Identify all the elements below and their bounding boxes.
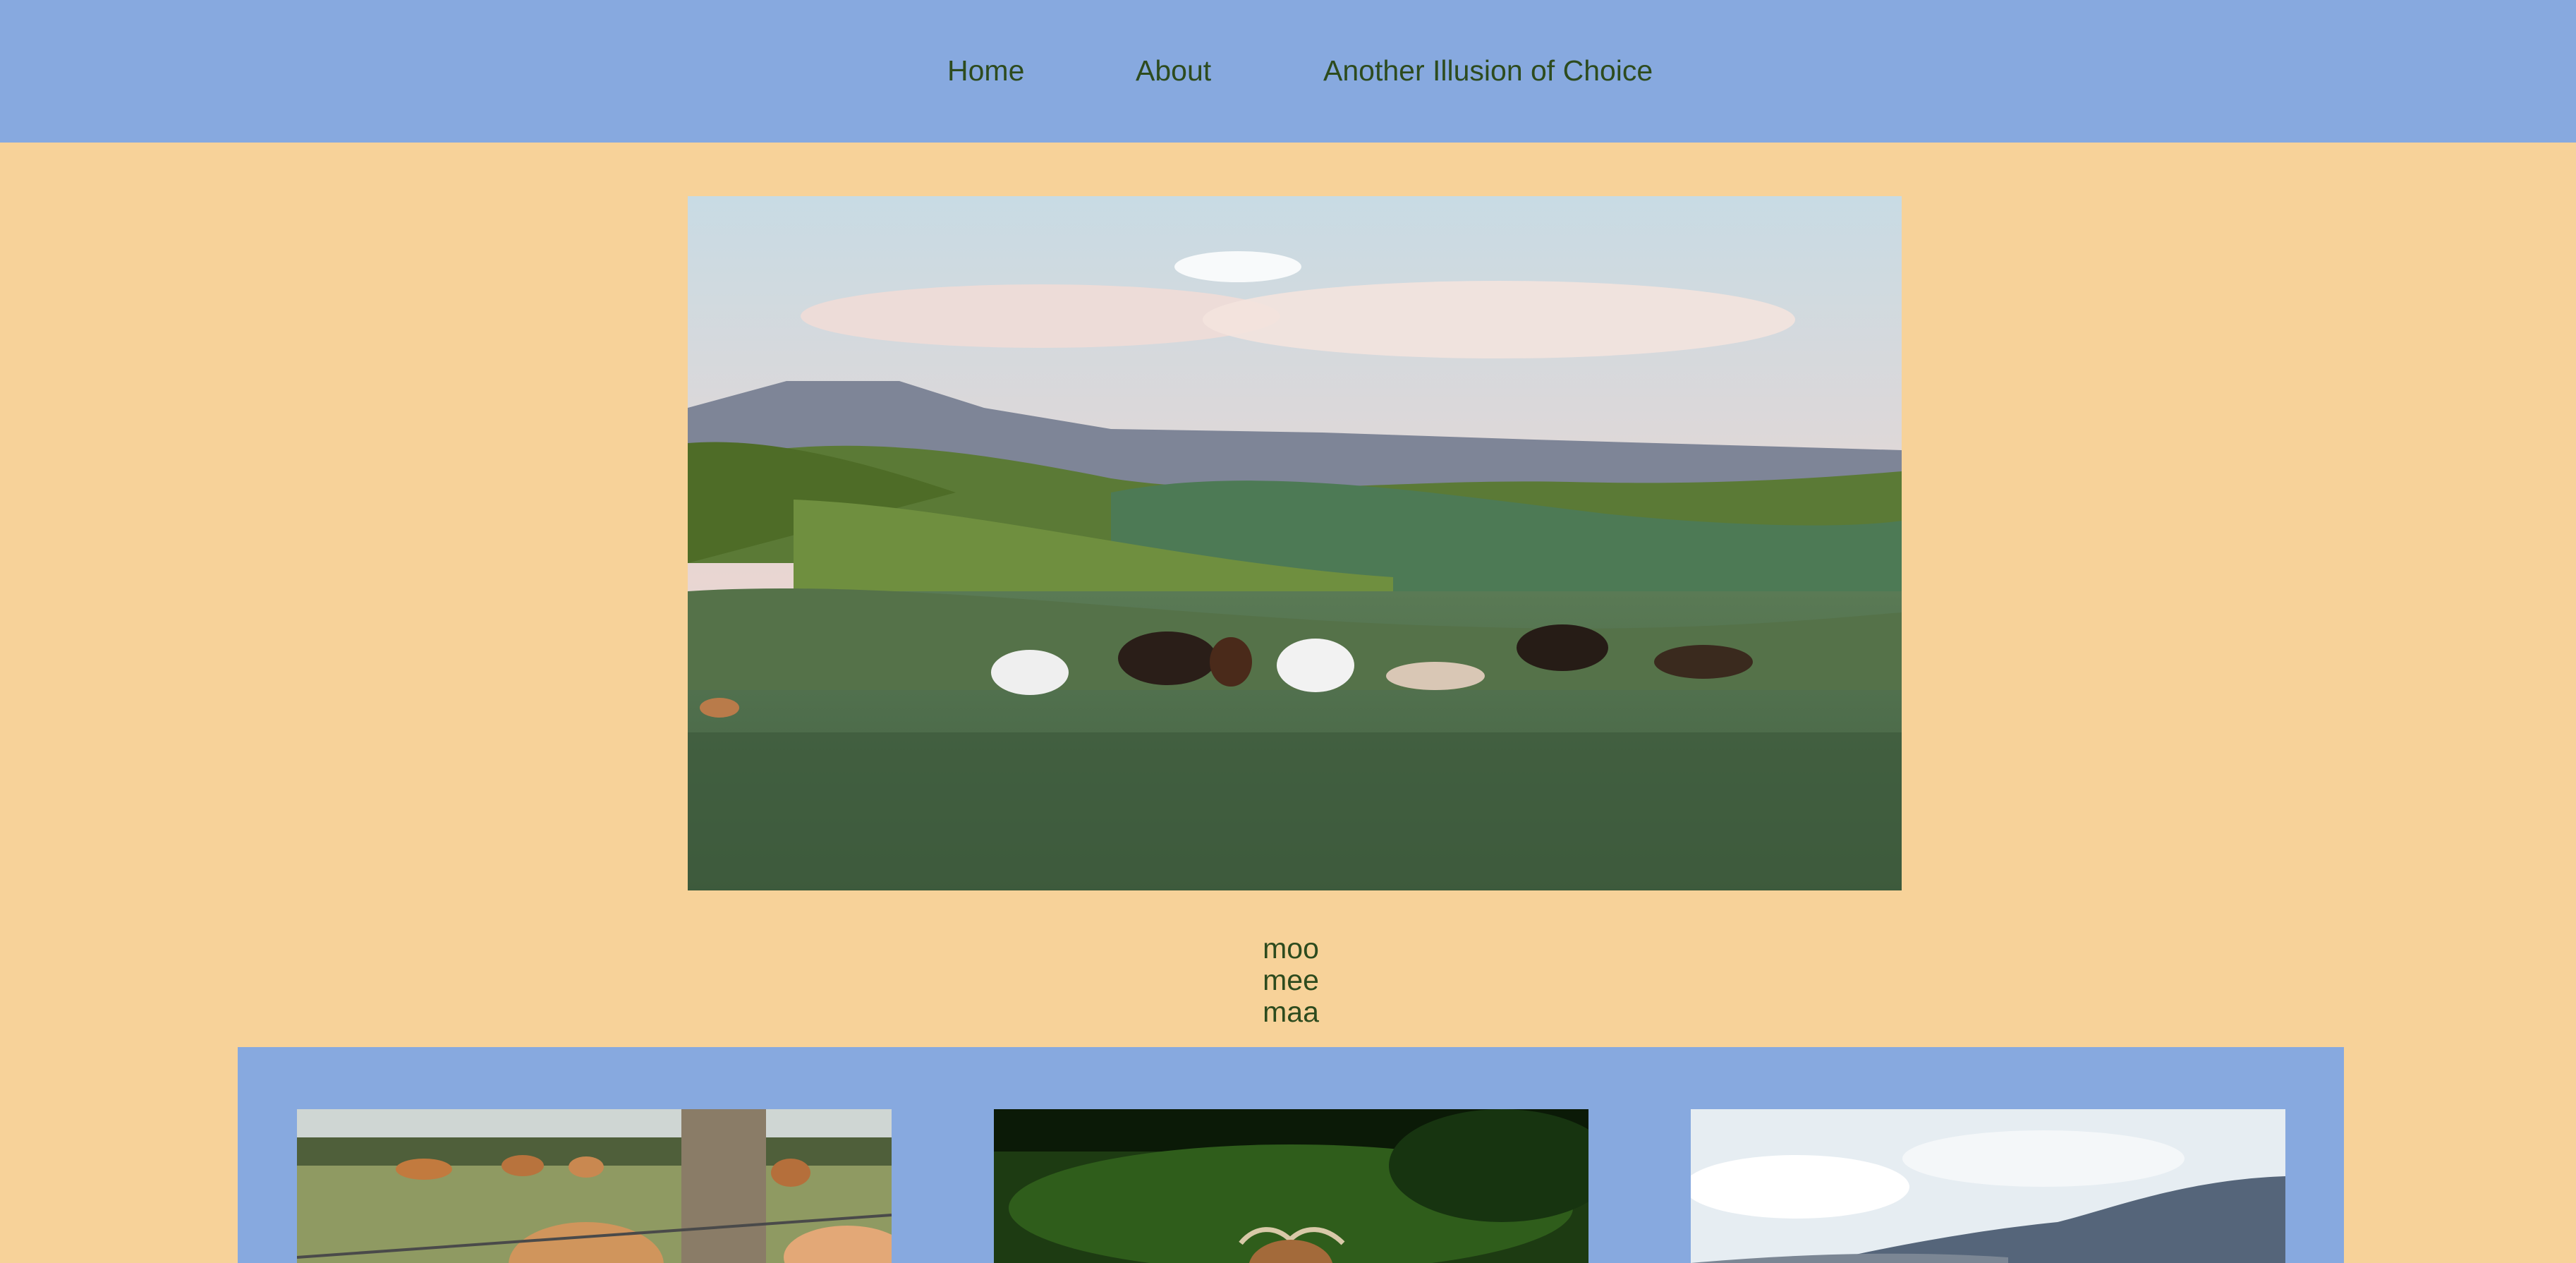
sound-line: mee [1263, 964, 1319, 996]
nav-link-another-illusion-of-choice[interactable]: Another Illusion of Choice [1323, 52, 1653, 89]
cattle-grazing-hills-photo [688, 196, 1902, 890]
nav-link-about[interactable]: About [1136, 52, 1211, 89]
sound-line: maa [1263, 996, 1319, 1028]
animal-sounds: moo mee maa [1199, 933, 1383, 1028]
hero-image [688, 196, 1902, 890]
image-gallery [238, 1047, 2344, 1263]
highland-cow-grass-photo [994, 1109, 1588, 1263]
mountain-sky-photo [1691, 1109, 2285, 1263]
sound-line: moo [1263, 932, 1319, 965]
cows-behind-fence-photo [297, 1109, 892, 1263]
nav-link-home[interactable]: Home [947, 52, 1024, 89]
navbar: Home About Another Illusion of Choice [0, 0, 2576, 143]
gallery-image-highland-cow [994, 1109, 1588, 1263]
gallery-image-mountain [1691, 1109, 2285, 1263]
gallery-image-cows-fence [297, 1109, 892, 1263]
